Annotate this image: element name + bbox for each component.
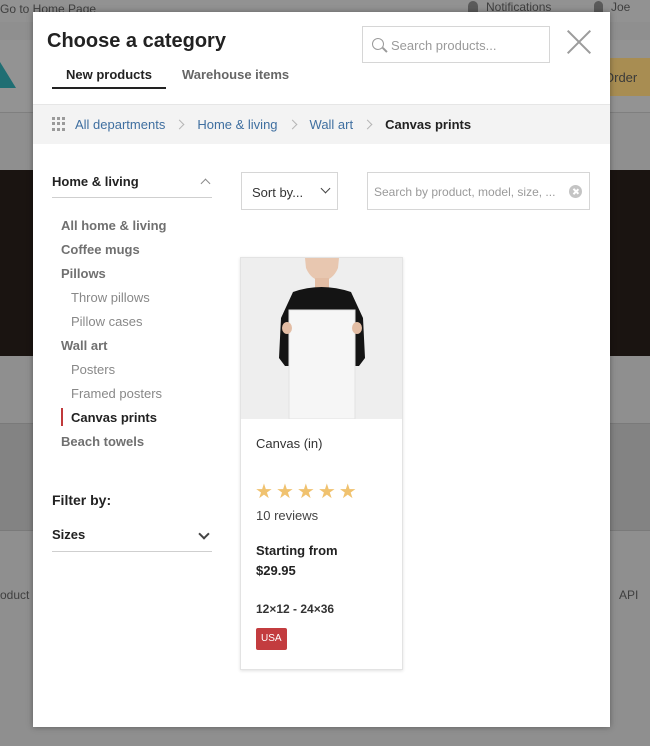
category-wall-art[interactable]: Wall art — [61, 338, 166, 362]
sizes-filter-dropdown[interactable]: Sizes — [52, 527, 212, 552]
star-icon: ★ — [296, 481, 315, 503]
category-posters[interactable]: Posters — [61, 362, 166, 386]
category-throw-pillows[interactable]: Throw pillows — [61, 290, 166, 314]
department-label: Home & living — [52, 174, 139, 189]
chevron-right-icon — [174, 119, 185, 130]
breadcrumb-home-living[interactable]: Home & living — [197, 117, 277, 132]
price-label: Starting from — [256, 543, 338, 558]
breadcrumb: All departments Home & living Wall art C… — [33, 104, 610, 144]
product-image — [241, 258, 402, 419]
model-holding-canvas-image — [241, 258, 402, 419]
category-list: All home & living Coffee mugs Pillows Th… — [61, 218, 166, 458]
star-rating: ★ ★ ★ ★ ★ — [255, 482, 357, 502]
sort-by-dropdown[interactable]: Sort by... — [241, 172, 338, 210]
chevron-down-icon — [320, 183, 331, 194]
category-beach-towels[interactable]: Beach towels — [61, 434, 166, 458]
filter-by-label: Filter by: — [52, 492, 112, 508]
star-icon: ★ — [317, 481, 336, 503]
product-search-input[interactable] — [391, 35, 541, 55]
sort-by-label: Sort by... — [252, 185, 304, 200]
review-count: 10 reviews — [256, 508, 319, 523]
breadcrumb-canvas-prints: Canvas prints — [385, 117, 472, 132]
product-price: $29.95 — [256, 563, 296, 578]
catalog-search-box[interactable] — [367, 172, 590, 210]
chevron-right-icon — [287, 119, 297, 130]
clear-icon[interactable] — [569, 185, 582, 198]
region-badge: USA — [256, 628, 287, 650]
tab-new-products[interactable]: New products — [52, 65, 166, 89]
star-icon: ★ — [338, 481, 357, 503]
grid-icon[interactable] — [52, 117, 66, 131]
tab-warehouse-items[interactable]: Warehouse items — [168, 65, 303, 89]
choose-category-modal: Choose a category New products Warehouse… — [33, 12, 610, 727]
category-framed-posters[interactable]: Framed posters — [61, 386, 166, 410]
category-coffee-mugs[interactable]: Coffee mugs — [61, 242, 166, 266]
breadcrumb-wall-art[interactable]: Wall art — [310, 117, 354, 132]
catalog-search-input[interactable] — [374, 182, 564, 202]
background-footer-api-link: API — [619, 588, 639, 602]
chevron-right-icon — [362, 119, 373, 130]
close-icon[interactable] — [565, 28, 593, 56]
category-pillow-cases[interactable]: Pillow cases — [61, 314, 166, 338]
background-footer-link: oduct — [0, 588, 30, 602]
star-icon: ★ — [255, 481, 273, 503]
category-canvas-prints[interactable]: Canvas prints — [61, 408, 166, 434]
product-card[interactable]: Canvas (in) ★ ★ ★ ★ ★ 10 reviews Startin… — [240, 257, 403, 670]
department-dropdown[interactable]: Home & living — [52, 174, 212, 198]
breadcrumb-all-departments[interactable]: All departments — [75, 117, 165, 132]
chevron-up-icon — [200, 178, 211, 189]
search-icon — [372, 38, 384, 50]
sizes-filter-label: Sizes — [52, 527, 86, 542]
logo-icon — [0, 62, 16, 88]
category-pillows[interactable]: Pillows — [61, 266, 166, 290]
category-all-home-living[interactable]: All home & living — [61, 218, 166, 242]
breadcrumb-trail: All departments Home & living Wall art C… — [75, 117, 471, 132]
chevron-down-icon — [198, 528, 210, 540]
product-name: Canvas (in) — [256, 436, 323, 451]
modal-tabs: New products Warehouse items — [52, 65, 303, 89]
star-icon: ★ — [275, 481, 294, 503]
product-search-box[interactable] — [362, 26, 550, 63]
modal-title: Choose a category — [47, 30, 226, 52]
size-range: 12×12 - 24×36 — [256, 602, 335, 616]
user-name: Joe — [611, 0, 631, 14]
